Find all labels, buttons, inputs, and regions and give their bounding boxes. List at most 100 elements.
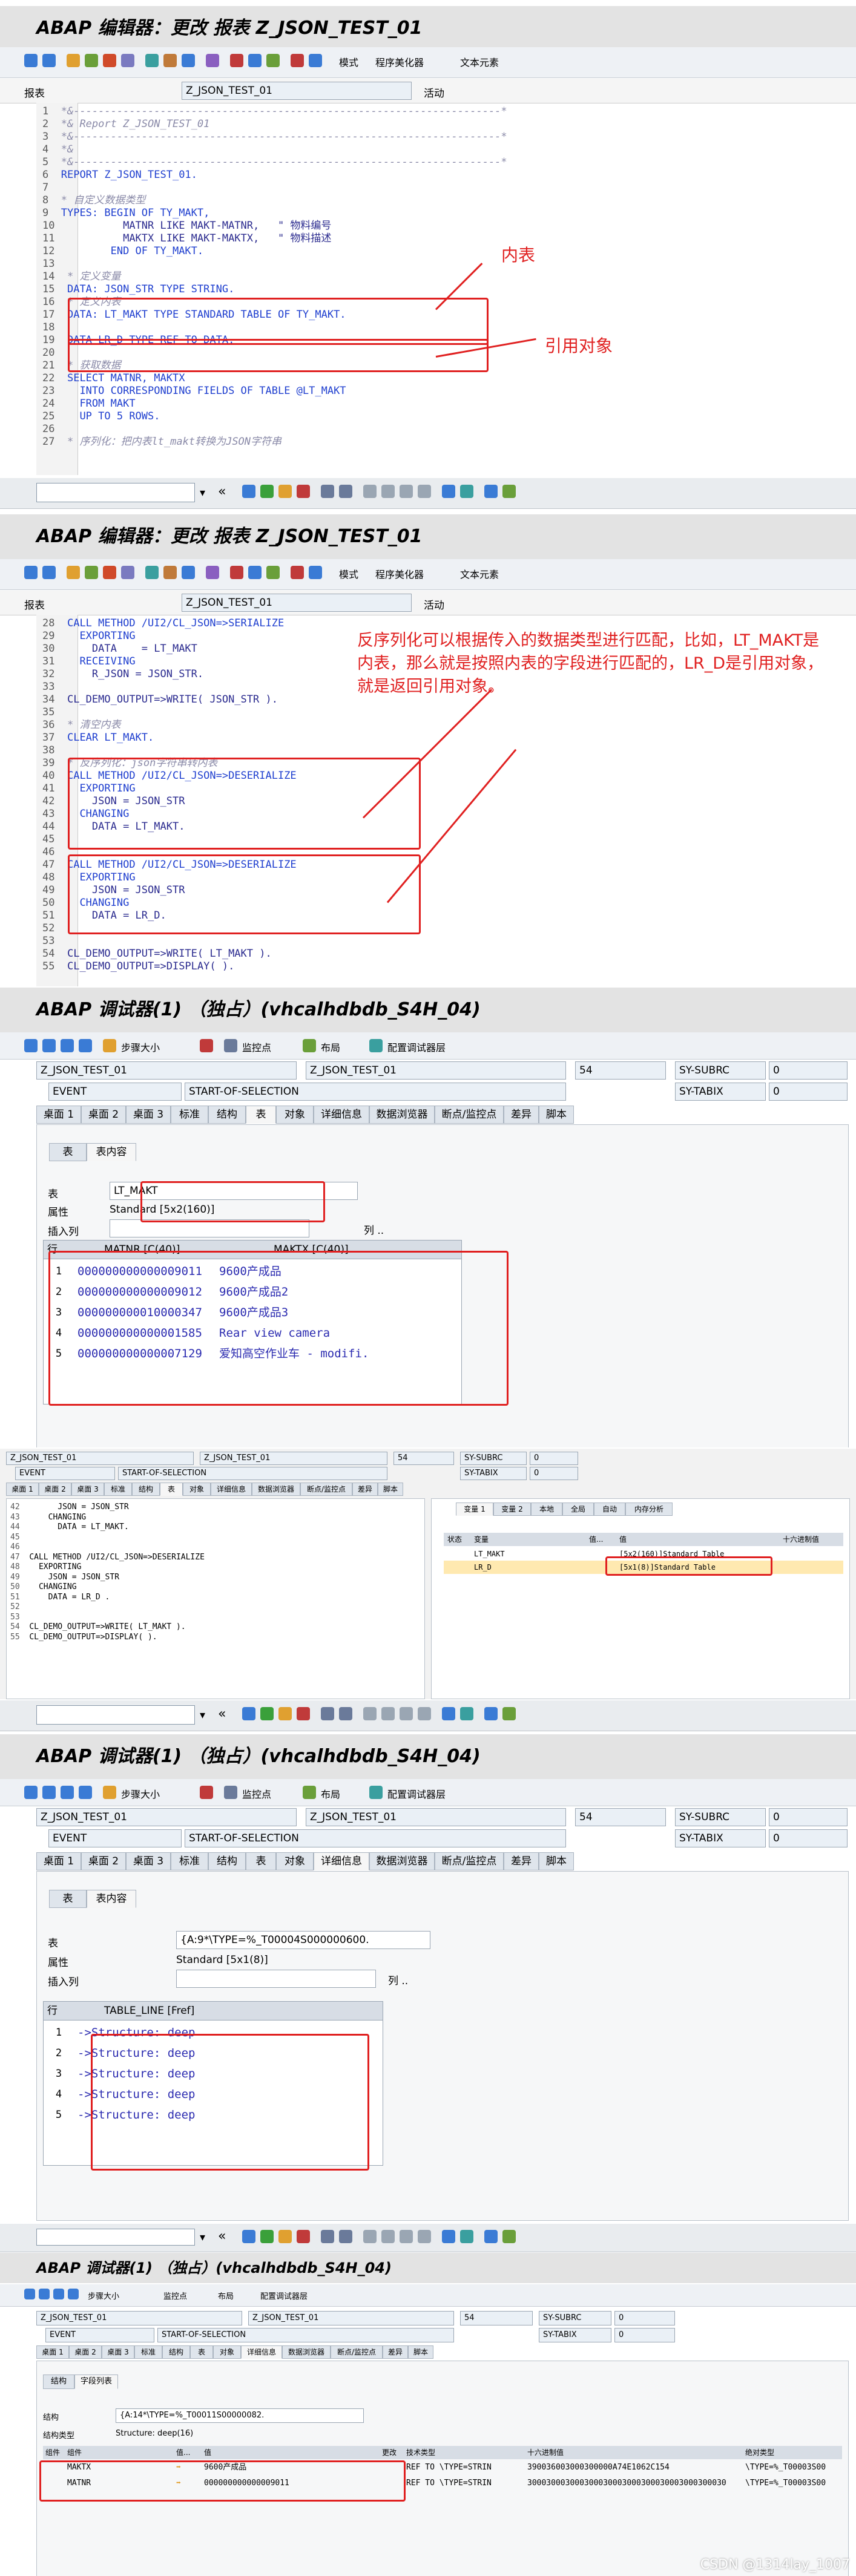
code-line[interactable]: 24 FROM MAKT (42, 398, 507, 410)
code-line[interactable]: 30 DATA = LT_MAKT (42, 643, 297, 655)
last-page-icon[interactable] (418, 2230, 431, 2243)
toggle-edit-icon[interactable] (67, 54, 80, 67)
tab-6[interactable]: 对象 (213, 2345, 241, 2359)
step-over-icon[interactable] (39, 2289, 50, 2299)
chevron-down-icon[interactable]: ▾ (200, 487, 205, 499)
structure-name-field[interactable]: {A:14*\TYPE=%_T00011S00000082. (116, 2408, 364, 2423)
object-list-icon[interactable] (163, 566, 177, 579)
command-field[interactable] (36, 483, 195, 502)
tab-11[interactable]: 脚本 (539, 1106, 574, 1124)
pattern-icon[interactable] (248, 54, 262, 67)
column-header-table-line[interactable]: TABLE_LINE [Fref] (104, 2002, 194, 2020)
tab-6[interactable]: 对象 (183, 1483, 211, 1496)
help-icon[interactable] (291, 566, 304, 579)
tab-1[interactable]: 桌面 2 (81, 1852, 126, 1870)
tab-5[interactable]: 表 (160, 1483, 183, 1496)
subtab-structure[interactable]: 结构 (43, 2374, 74, 2389)
code-line[interactable]: 4 *& (42, 143, 507, 156)
command-field[interactable] (36, 1705, 195, 1725)
double-chevron-icon[interactable]: « (218, 2229, 226, 2244)
new-session-icon[interactable] (442, 2230, 455, 2243)
tab-0[interactable]: 桌面 1 (6, 1483, 39, 1496)
config-layer-button[interactable]: 配置调试器层 (260, 2290, 308, 2301)
code-line[interactable]: 11 MAKTX LIKE MAKT-MAKTX, " 物料描述 (42, 232, 507, 245)
code-line[interactable]: 54 CL_DEMO_OUTPUT=>WRITE( LT_MAKT ). (42, 948, 297, 960)
tab-8[interactable]: 数据浏览器 (282, 2345, 331, 2359)
forward-icon[interactable] (42, 54, 56, 67)
watchpoint-icon[interactable] (224, 1786, 237, 1799)
step-size-icon[interactable] (103, 1786, 116, 1799)
code-line[interactable]: 13 (42, 258, 507, 270)
code-line[interactable]: 2 *& Report Z_JSON_TEST_01 (42, 118, 507, 131)
check-icon[interactable] (85, 54, 98, 67)
continue-icon[interactable] (68, 2289, 79, 2299)
code-line[interactable]: 12 END OF TY_MAKT. (42, 245, 507, 258)
exit-icon[interactable] (278, 2230, 292, 2243)
new-session-icon[interactable] (442, 1707, 455, 1720)
last-page-icon[interactable] (418, 1707, 431, 1720)
info-icon[interactable] (309, 566, 322, 579)
columns-button[interactable]: 列 .. (364, 1222, 384, 1237)
code-line[interactable]: 15 DATA: JSON_STR TYPE STRING. (42, 283, 507, 296)
test-icon[interactable] (121, 54, 134, 67)
code-line[interactable]: 48 EXPORTING (10, 1562, 205, 1573)
text-elements-button[interactable]: 文本元素 (460, 54, 499, 69)
text-elements-button[interactable]: 文本元素 (460, 566, 499, 581)
tab-0[interactable]: 桌面 1 (36, 1852, 81, 1870)
code-line[interactable]: 49 JSON = JSON_STR (10, 1573, 205, 1583)
tab-2[interactable]: 本地 (531, 1503, 562, 1516)
forward-icon[interactable] (42, 566, 56, 579)
code-line[interactable]: 36 * 清空内表 (42, 719, 297, 732)
step-size-button[interactable]: 步骤大小 (121, 1040, 160, 1054)
step-size-button[interactable]: 步骤大小 (121, 1786, 160, 1801)
source-code[interactable]: 42 JSON = JSON_STR 43 CHANGING 44 DATA = L… (10, 1503, 205, 1642)
tab-3[interactable]: 标准 (171, 1106, 208, 1124)
tab-9[interactable]: 断点/监控点 (331, 2345, 383, 2359)
step-size-button[interactable]: 步骤大小 (88, 2290, 119, 2301)
tab-2[interactable]: 桌面 3 (102, 2345, 134, 2359)
tab-1[interactable]: 变量 2 (493, 1503, 531, 1516)
first-page-icon[interactable] (363, 2230, 377, 2243)
shortcut-icon[interactable] (460, 1707, 473, 1720)
tab-9[interactable]: 断点/监控点 (435, 1106, 504, 1124)
code-line[interactable]: 47 CALL METHOD /UI2/CL_JSON=>DESERIALIZE (10, 1553, 205, 1563)
tab-7[interactable]: 详细信息 (211, 1483, 252, 1496)
code-line[interactable]: 8 * 自定义数据类型 (42, 194, 507, 207)
tab-11[interactable]: 脚本 (378, 1483, 403, 1496)
first-page-icon[interactable] (363, 485, 377, 498)
new-session-icon[interactable] (442, 485, 455, 498)
print-icon[interactable] (321, 1707, 334, 1720)
find-icon[interactable] (339, 485, 352, 498)
stop-icon[interactable] (200, 1039, 213, 1052)
double-chevron-icon[interactable]: « (218, 1706, 226, 1722)
code-area[interactable]: 1 *&------------------------------------… (42, 105, 507, 448)
tab-3[interactable]: 标准 (134, 2345, 162, 2359)
report-name-field[interactable]: Z_JSON_TEST_01 (182, 82, 412, 100)
tab-3[interactable]: 标准 (171, 1852, 208, 1870)
code-line[interactable]: 6 REPORT Z_JSON_TEST_01. (42, 169, 507, 182)
back-nav-icon[interactable] (260, 485, 274, 498)
help-icon[interactable] (484, 485, 498, 498)
code-line[interactable]: 10 MATNR LIKE MAKT-MATNR, " 物料编号 (42, 220, 507, 232)
info-icon[interactable] (309, 54, 322, 67)
step-into-icon[interactable] (24, 1786, 38, 1799)
tab-5[interactable]: 内存分析 (625, 1503, 673, 1516)
save-icon[interactable] (242, 2230, 255, 2243)
step-over-icon[interactable] (42, 1039, 56, 1052)
prev-page-icon[interactable] (381, 2230, 395, 2243)
tab-10[interactable]: 差异 (504, 1106, 539, 1124)
pattern-button[interactable]: 模式 (339, 54, 358, 69)
pretty-printer-button[interactable]: 程序美化器 (375, 54, 424, 69)
cancel-icon[interactable] (297, 1707, 310, 1720)
code-line[interactable]: 53 (42, 935, 297, 948)
step-over-icon[interactable] (42, 1786, 56, 1799)
tab-7[interactable]: 详细信息 (314, 1106, 369, 1124)
tab-5[interactable]: 表 (246, 1852, 276, 1870)
step-into-icon[interactable] (24, 2289, 35, 2299)
tab-4[interactable]: 结构 (208, 1106, 246, 1124)
test-icon[interactable] (121, 566, 134, 579)
back-nav-icon[interactable] (260, 1707, 274, 1720)
activate-icon[interactable] (103, 54, 116, 67)
find-icon[interactable] (339, 2230, 352, 2243)
tab-11[interactable]: 脚本 (539, 1852, 574, 1870)
